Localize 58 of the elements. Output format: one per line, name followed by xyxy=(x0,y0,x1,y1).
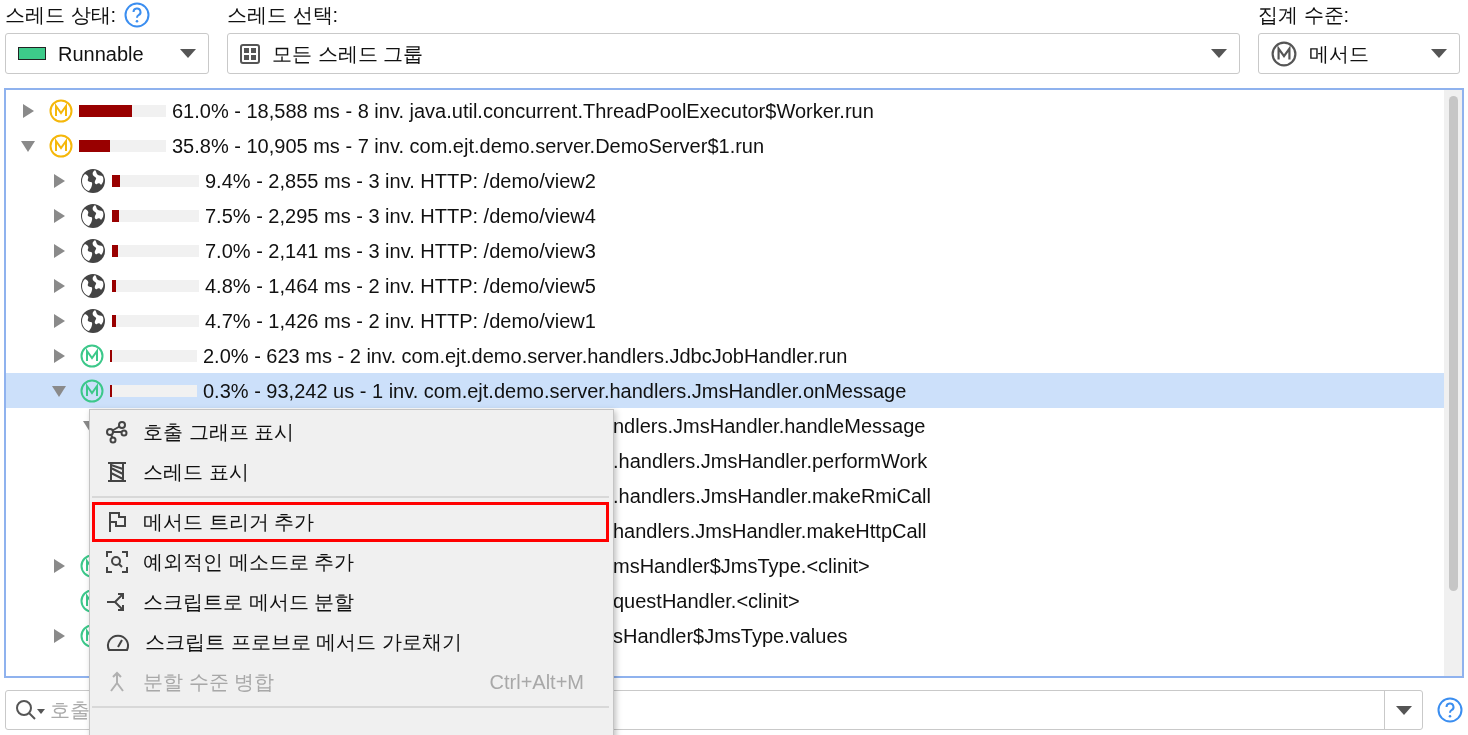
collapsed-arrow-icon[interactable] xyxy=(51,278,66,293)
dropdown-caret-icon xyxy=(180,49,196,58)
menu-item[interactable]: 호출 그래프 표시 xyxy=(92,412,609,452)
collapsed-arrow-icon[interactable] xyxy=(20,103,35,118)
tree-row[interactable]: 4.7% - 1,426 ms - 2 inv. HTTP: /demo/view1 xyxy=(6,303,1444,338)
collapsed-arrow-icon[interactable] xyxy=(51,558,66,573)
globe-icon xyxy=(80,307,106,334)
globe-icon xyxy=(80,272,106,299)
scrollbar[interactable] xyxy=(1444,90,1462,676)
help-icon[interactable] xyxy=(1437,697,1463,723)
spool-icon xyxy=(105,460,129,484)
menu-item[interactable]: 스레드 표시 xyxy=(92,452,609,492)
dropdown-caret-icon xyxy=(1395,705,1412,715)
expanded-arrow-icon[interactable] xyxy=(20,138,35,153)
filter-dropdown[interactable]: Runnable xyxy=(5,33,209,74)
menu-item[interactable]: 메서드 트리거 추가 xyxy=(92,502,609,542)
tree-row[interactable]: 35.8% - 10,905 ms - 7 inv. com.ejt.demo.server.DemoServer$1.run xyxy=(6,128,1444,163)
collapsed-arrow-icon[interactable] xyxy=(51,243,66,258)
tree-row[interactable]: 9.4% - 2,855 ms - 3 inv. HTTP: /demo/view2 xyxy=(6,163,1444,198)
search-icon xyxy=(14,698,46,722)
tree-row[interactable]: handlers.JmsHandler.makeHttpCall xyxy=(613,515,927,546)
tree-row[interactable]: 7.0% - 2,141 ms - 3 inv. HTTP: /demo/view3 xyxy=(6,233,1444,268)
method-icon xyxy=(1271,40,1297,67)
graph-icon xyxy=(105,420,129,444)
grid-icon xyxy=(240,43,260,64)
scan-icon xyxy=(105,550,129,574)
tree-row[interactable]: ndlers.JmsHandler.handleMessage xyxy=(613,410,926,441)
collapsed-arrow-icon[interactable] xyxy=(51,313,66,328)
dropdown-caret-icon xyxy=(1211,49,1227,58)
tree-row[interactable]: .handlers.JmsHandler.performWork xyxy=(613,445,928,476)
globe-icon xyxy=(80,237,106,264)
collapsed-arrow-icon[interactable] xyxy=(51,628,66,643)
filter-label: 스레드 상태: xyxy=(5,3,117,28)
collapsed-arrow-icon[interactable] xyxy=(51,348,66,363)
menu-item[interactable]: 예외적인 메소드로 추가 xyxy=(92,542,609,582)
collapsed-arrow-icon[interactable] xyxy=(51,208,66,223)
filter-dropdown[interactable]: 모든 스레드 그룹 xyxy=(227,33,1240,74)
tree-row[interactable]: 0.3% - 93,242 us - 1 inv. com.ejt.demo.server.handlers.JmsHandler.onMessage xyxy=(6,373,1444,408)
collapsed-arrow-icon[interactable] xyxy=(51,173,66,188)
tree-row[interactable]: 7.5% - 2,295 ms - 3 inv. HTTP: /demo/view4 xyxy=(6,198,1444,233)
globe-icon xyxy=(80,202,106,229)
filter-dropdown[interactable]: 메서드 xyxy=(1258,33,1460,74)
state-swatch xyxy=(18,47,46,60)
tree-row[interactable]: 2.0% - 623 ms - 2 inv. com.ejt.demo.server.handlers.JdbcJobHandler.run xyxy=(6,338,1444,373)
help-icon[interactable] xyxy=(124,2,151,28)
menu-item[interactable]: 스크립트 프로브로 메서드 가로채기 xyxy=(92,622,609,662)
tree-row[interactable]: .handlers.JmsHandler.makeRmiCall xyxy=(613,480,931,511)
dropdown-caret-icon xyxy=(1431,49,1447,58)
filter-label: 집계 수준: xyxy=(1258,3,1350,28)
menu-item[interactable]: 스크립트로 메서드 분할 xyxy=(92,582,609,622)
filter-label: 스레드 선택: xyxy=(227,3,339,28)
tree-row[interactable]: msHandler$JmsType.<clinit> xyxy=(613,550,870,581)
tree-row[interactable]: sHandler$JmsType.values xyxy=(613,620,848,651)
tree-row[interactable]: 61.0% - 18,588 ms - 8 inv. java.util.concurrent.ThreadPoolExecutor$Worker.run xyxy=(6,93,1444,128)
tree-row[interactable]: questHandler.<clinit> xyxy=(613,585,800,616)
globe-icon xyxy=(80,167,106,194)
expanded-arrow-icon[interactable] xyxy=(51,383,66,398)
tree-row[interactable]: 4.8% - 1,464 ms - 2 inv. HTTP: /demo/view5 xyxy=(6,268,1444,303)
